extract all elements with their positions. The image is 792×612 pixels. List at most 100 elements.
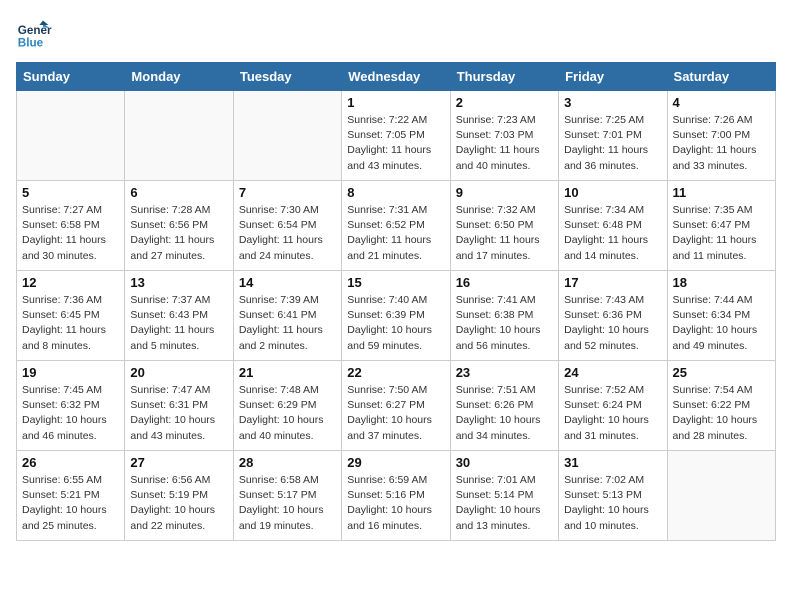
col-wednesday: Wednesday <box>342 63 450 91</box>
cell-content: Sunrise: 7:39 AM Sunset: 6:41 PM Dayligh… <box>239 293 336 354</box>
cell-content: Sunrise: 6:55 AM Sunset: 5:21 PM Dayligh… <box>22 473 119 534</box>
day-number: 5 <box>22 185 119 200</box>
cell-content: Sunrise: 7:34 AM Sunset: 6:48 PM Dayligh… <box>564 203 661 264</box>
day-number: 2 <box>456 95 553 110</box>
day-number: 27 <box>130 455 227 470</box>
col-saturday: Saturday <box>667 63 775 91</box>
calendar-cell: 10 Sunrise: 7:34 AM Sunset: 6:48 PM Dayli… <box>559 181 667 271</box>
calendar-cell: 9 Sunrise: 7:32 AM Sunset: 6:50 PM Daylig… <box>450 181 558 271</box>
day-number: 18 <box>673 275 770 290</box>
calendar-row: 12Sunrise: 7:36 AM Sunset: 6:45 PM Dayli… <box>17 271 776 361</box>
cell-content: Sunrise: 7:52 AM Sunset: 6:24 PM Dayligh… <box>564 383 661 444</box>
calendar-row: 26 Sunrise: 6:55 AM Sunset: 5:21 PM Dayli… <box>17 451 776 541</box>
col-monday: Monday <box>125 63 233 91</box>
cell-content: Sunrise: 7:48 AM Sunset: 6:29 PM Dayligh… <box>239 383 336 444</box>
calendar-cell: 3 Sunrise: 7:25 AM Sunset: 7:01 PM Daylig… <box>559 91 667 181</box>
calendar-row: 5 Sunrise: 7:27 AM Sunset: 6:58 PM Daylig… <box>17 181 776 271</box>
day-number: 19 <box>22 365 119 380</box>
day-number: 17 <box>564 275 661 290</box>
day-number: 15 <box>347 275 444 290</box>
day-number: 9 <box>456 185 553 200</box>
day-number: 13 <box>130 275 227 290</box>
calendar-cell: 11Sunrise: 7:35 AM Sunset: 6:47 PM Dayli… <box>667 181 775 271</box>
calendar-cell: 17 Sunrise: 7:43 AM Sunset: 6:36 PM Dayli… <box>559 271 667 361</box>
calendar-cell: 16 Sunrise: 7:41 AM Sunset: 6:38 PM Dayli… <box>450 271 558 361</box>
calendar-table: Sunday Monday Tuesday Wednesday Thursday… <box>16 62 776 541</box>
day-number: 21 <box>239 365 336 380</box>
day-number: 12 <box>22 275 119 290</box>
logo: General Blue <box>16 16 56 52</box>
col-friday: Friday <box>559 63 667 91</box>
calendar-cell <box>667 451 775 541</box>
day-number: 7 <box>239 185 336 200</box>
day-number: 29 <box>347 455 444 470</box>
calendar-cell <box>125 91 233 181</box>
cell-content: Sunrise: 7:31 AM Sunset: 6:52 PM Dayligh… <box>347 203 444 264</box>
day-number: 11 <box>673 185 770 200</box>
calendar-cell: 31 Sunrise: 7:02 AM Sunset: 5:13 PM Dayli… <box>559 451 667 541</box>
day-number: 4 <box>673 95 770 110</box>
calendar-cell <box>17 91 125 181</box>
day-number: 20 <box>130 365 227 380</box>
calendar-cell: 28 Sunrise: 6:58 AM Sunset: 5:17 PM Dayli… <box>233 451 341 541</box>
day-number: 6 <box>130 185 227 200</box>
calendar-cell <box>233 91 341 181</box>
cell-content: Sunrise: 7:43 AM Sunset: 6:36 PM Dayligh… <box>564 293 661 354</box>
calendar-cell: 21 Sunrise: 7:48 AM Sunset: 6:29 PM Dayli… <box>233 361 341 451</box>
calendar-cell: 20 Sunrise: 7:47 AM Sunset: 6:31 PM Dayli… <box>125 361 233 451</box>
cell-content: Sunrise: 7:32 AM Sunset: 6:50 PM Dayligh… <box>456 203 553 264</box>
day-number: 16 <box>456 275 553 290</box>
day-number: 22 <box>347 365 444 380</box>
cell-content: Sunrise: 7:51 AM Sunset: 6:26 PM Dayligh… <box>456 383 553 444</box>
cell-content: Sunrise: 7:27 AM Sunset: 6:58 PM Dayligh… <box>22 203 119 264</box>
calendar-cell: 30Sunrise: 7:01 AM Sunset: 5:14 PM Dayli… <box>450 451 558 541</box>
svg-text:General: General <box>18 24 52 37</box>
calendar-cell: 12Sunrise: 7:36 AM Sunset: 6:45 PM Dayli… <box>17 271 125 361</box>
day-number: 10 <box>564 185 661 200</box>
calendar-cell: 27 Sunrise: 6:56 AM Sunset: 5:19 PM Dayli… <box>125 451 233 541</box>
cell-content: Sunrise: 7:44 AM Sunset: 6:34 PM Dayligh… <box>673 293 770 354</box>
day-number: 28 <box>239 455 336 470</box>
day-number: 1 <box>347 95 444 110</box>
cell-content: Sunrise: 7:23 AM Sunset: 7:03 PM Dayligh… <box>456 113 553 174</box>
cell-content: Sunrise: 6:59 AM Sunset: 5:16 PM Dayligh… <box>347 473 444 534</box>
cell-content: Sunrise: 7:26 AM Sunset: 7:00 PM Dayligh… <box>673 113 770 174</box>
cell-content: Sunrise: 7:54 AM Sunset: 6:22 PM Dayligh… <box>673 383 770 444</box>
cell-content: Sunrise: 7:50 AM Sunset: 6:27 PM Dayligh… <box>347 383 444 444</box>
day-number: 23 <box>456 365 553 380</box>
calendar-cell: 19 Sunrise: 7:45 AM Sunset: 6:32 PM Dayli… <box>17 361 125 451</box>
svg-text:Blue: Blue <box>18 37 44 50</box>
cell-content: Sunrise: 7:25 AM Sunset: 7:01 PM Dayligh… <box>564 113 661 174</box>
col-tuesday: Tuesday <box>233 63 341 91</box>
day-number: 30 <box>456 455 553 470</box>
calendar-cell: 26 Sunrise: 6:55 AM Sunset: 5:21 PM Dayli… <box>17 451 125 541</box>
day-number: 26 <box>22 455 119 470</box>
cell-content: Sunrise: 7:45 AM Sunset: 6:32 PM Dayligh… <box>22 383 119 444</box>
calendar-cell: 29 Sunrise: 6:59 AM Sunset: 5:16 PM Dayli… <box>342 451 450 541</box>
calendar-cell: 15Sunrise: 7:40 AM Sunset: 6:39 PM Dayli… <box>342 271 450 361</box>
calendar-cell: 4 Sunrise: 7:26 AM Sunset: 7:00 PM Daylig… <box>667 91 775 181</box>
cell-content: Sunrise: 7:28 AM Sunset: 6:56 PM Dayligh… <box>130 203 227 264</box>
calendar-cell: 22 Sunrise: 7:50 AM Sunset: 6:27 PM Dayli… <box>342 361 450 451</box>
cell-content: Sunrise: 7:30 AM Sunset: 6:54 PM Dayligh… <box>239 203 336 264</box>
cell-content: Sunrise: 7:41 AM Sunset: 6:38 PM Dayligh… <box>456 293 553 354</box>
day-number: 3 <box>564 95 661 110</box>
day-number: 14 <box>239 275 336 290</box>
calendar-cell: 7 Sunrise: 7:30 AM Sunset: 6:54 PM Daylig… <box>233 181 341 271</box>
calendar-cell: 6 Sunrise: 7:28 AM Sunset: 6:56 PM Daylig… <box>125 181 233 271</box>
calendar-cell: 23 Sunrise: 7:51 AM Sunset: 6:26 PM Dayli… <box>450 361 558 451</box>
day-number: 31 <box>564 455 661 470</box>
day-number: 24 <box>564 365 661 380</box>
cell-content: Sunrise: 7:02 AM Sunset: 5:13 PM Dayligh… <box>564 473 661 534</box>
cell-content: Sunrise: 6:56 AM Sunset: 5:19 PM Dayligh… <box>130 473 227 534</box>
header-row: Sunday Monday Tuesday Wednesday Thursday… <box>17 63 776 91</box>
calendar-row: 1 Sunrise: 7:22 AM Sunset: 7:05 PM Daylig… <box>17 91 776 181</box>
cell-content: Sunrise: 6:58 AM Sunset: 5:17 PM Dayligh… <box>239 473 336 534</box>
cell-content: Sunrise: 7:37 AM Sunset: 6:43 PM Dayligh… <box>130 293 227 354</box>
calendar-cell: 5 Sunrise: 7:27 AM Sunset: 6:58 PM Daylig… <box>17 181 125 271</box>
calendar-cell: 2 Sunrise: 7:23 AM Sunset: 7:03 PM Daylig… <box>450 91 558 181</box>
cell-content: Sunrise: 7:22 AM Sunset: 7:05 PM Dayligh… <box>347 113 444 174</box>
logo-icon: General Blue <box>16 16 52 52</box>
cell-content: Sunrise: 7:47 AM Sunset: 6:31 PM Dayligh… <box>130 383 227 444</box>
day-number: 25 <box>673 365 770 380</box>
